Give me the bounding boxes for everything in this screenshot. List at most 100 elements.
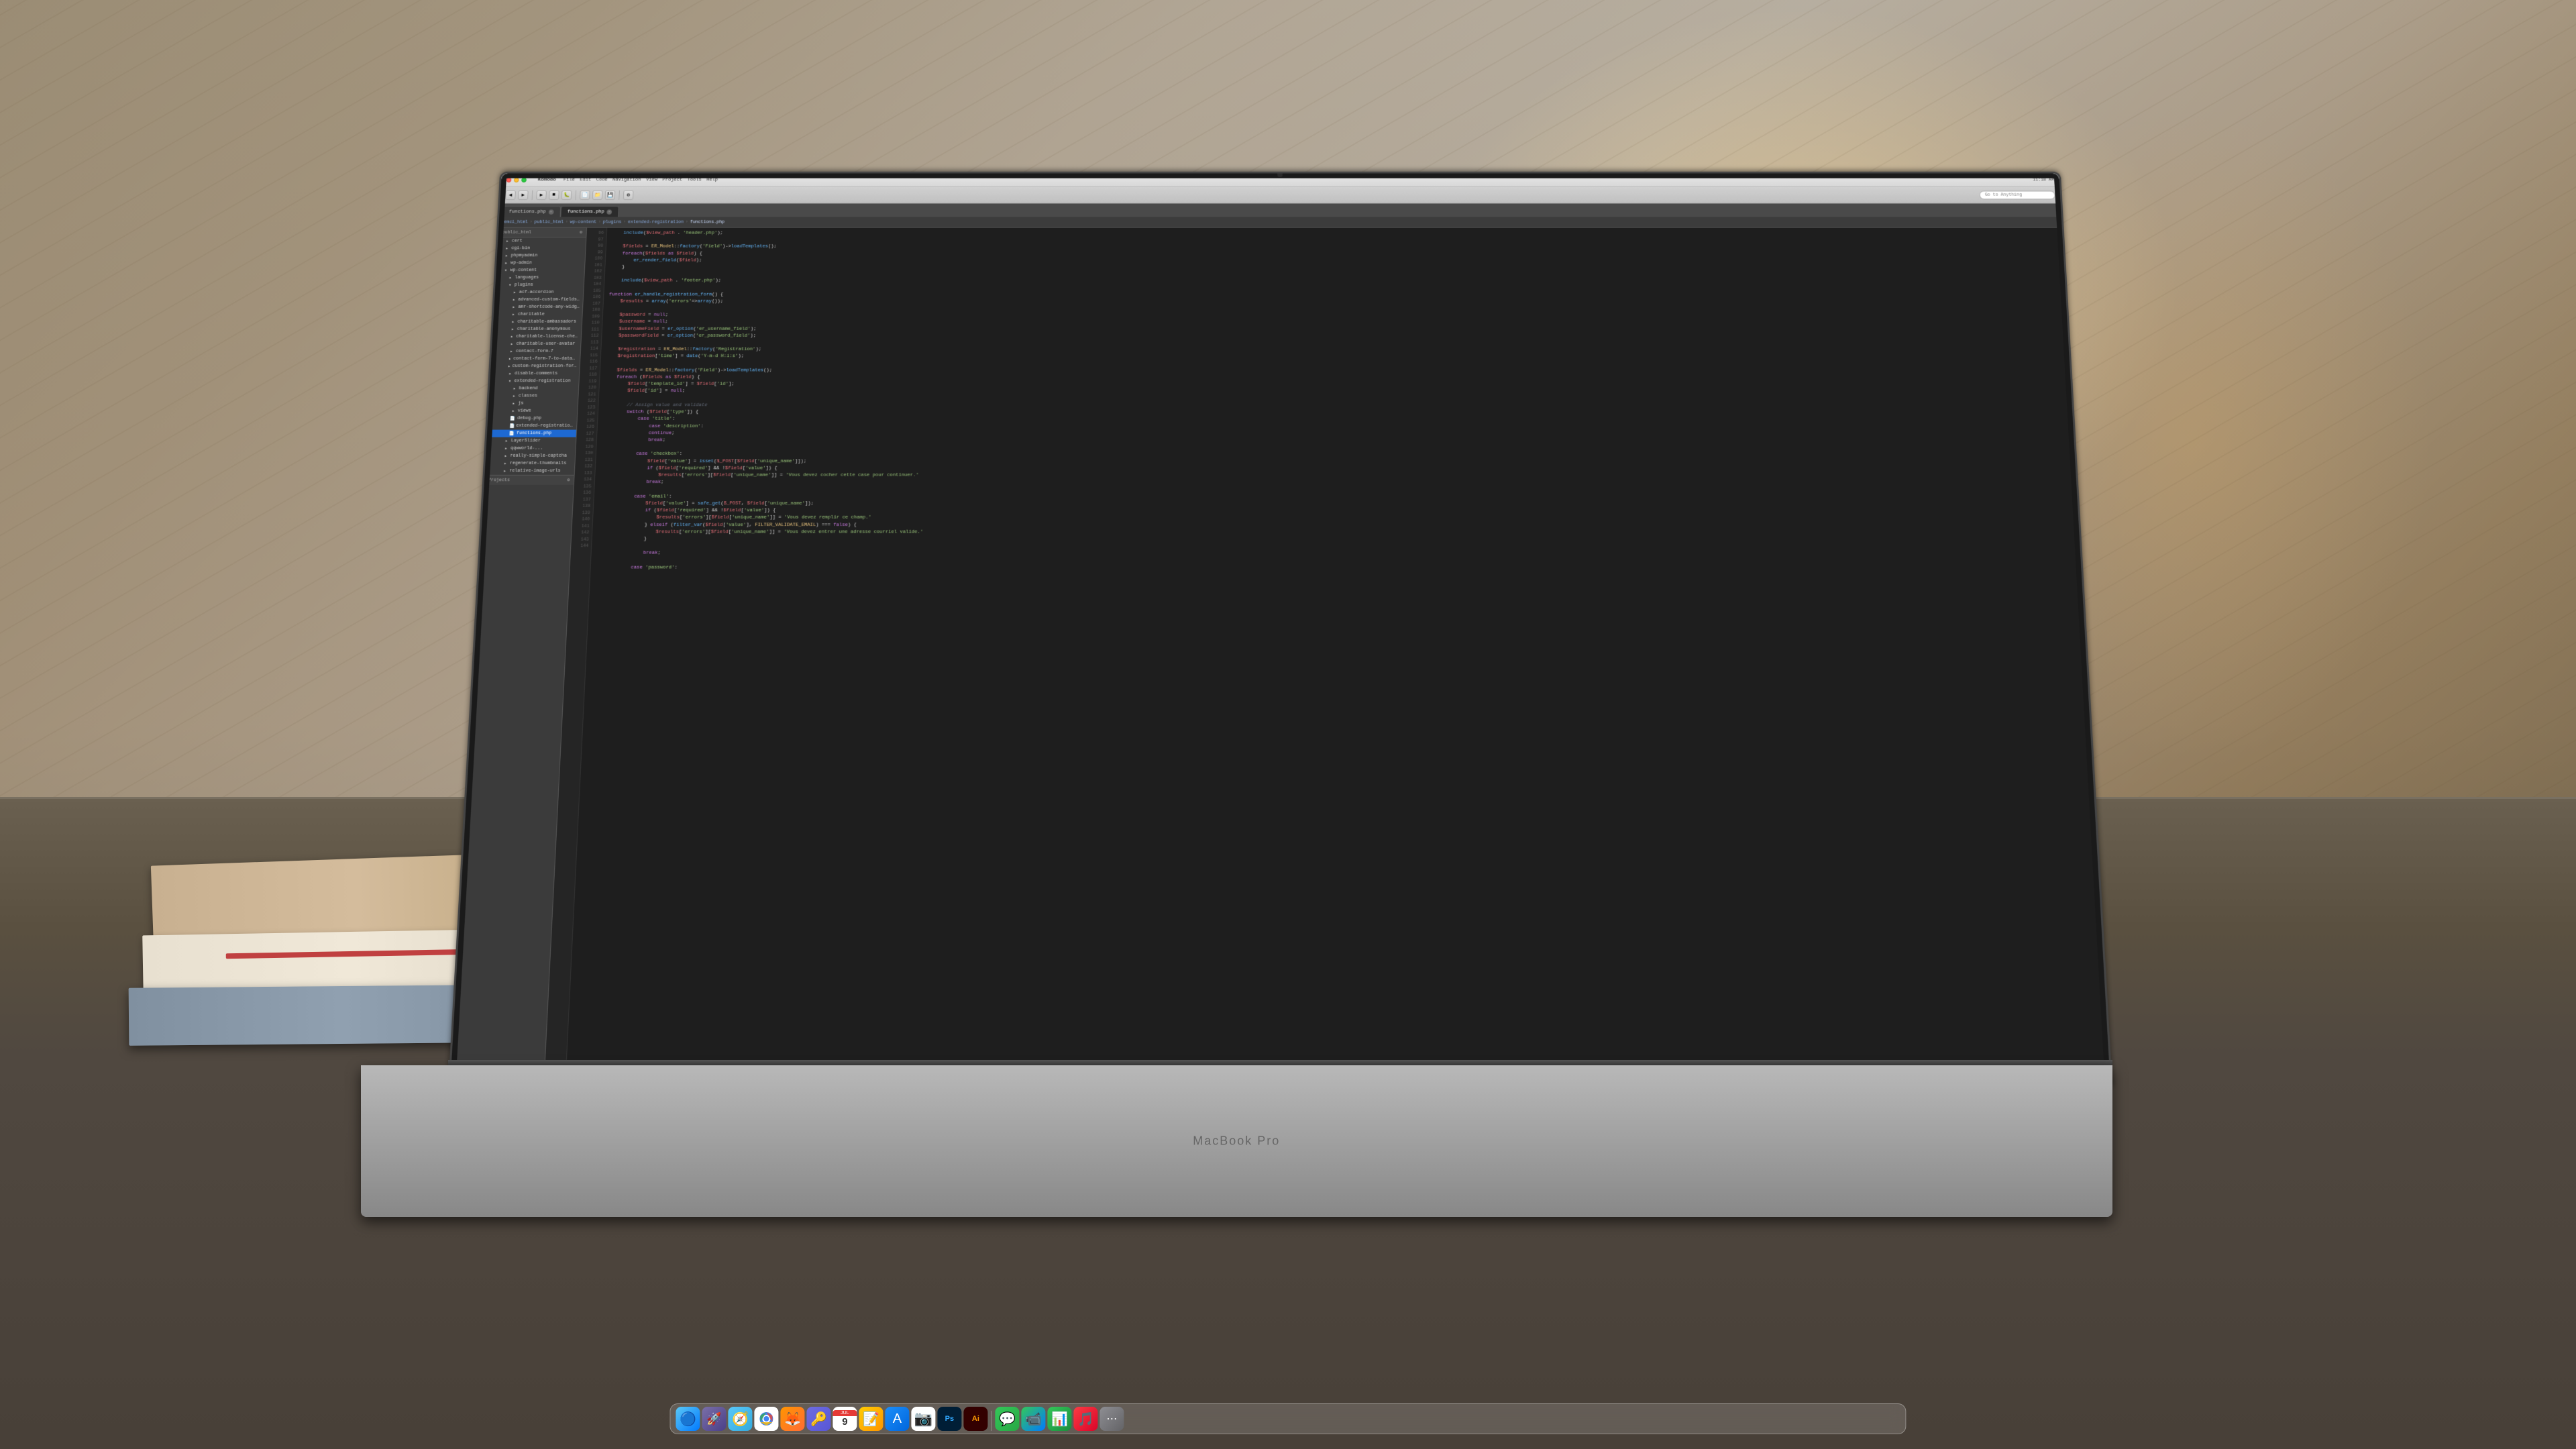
dock-icon-illustrator[interactable]: Ai — [963, 1407, 987, 1431]
folder-icon: ▸ — [507, 371, 514, 376]
tree-item-charitable-anon[interactable]: ▸ charitable-anonymous — [493, 326, 582, 333]
dock-icon-numbers[interactable]: 📊 — [1047, 1407, 1071, 1431]
tree-item-languages[interactable]: ▸ languages — [496, 274, 584, 282]
tree-item-cert[interactable]: ▸ cert — [498, 237, 586, 245]
go-to-anything-input[interactable]: Go to Anything — [1979, 191, 2055, 199]
dock-icon-keychain[interactable]: 🔑 — [806, 1407, 830, 1431]
tree-item-cf7-db[interactable]: ▸ contact-form-7-to-database-extension — [491, 356, 580, 363]
tree-item-backend[interactable]: ▸ backend — [490, 385, 579, 392]
tree-item-functions[interactable]: 📄 functions.php — [487, 430, 576, 437]
folder-icon: ▸ — [502, 446, 509, 451]
folder-icon: ▸ — [509, 334, 515, 339]
dock-icon-photoshop[interactable]: Ps — [937, 1407, 961, 1431]
tree-item-extended-php[interactable]: 📄 extended-registration.php — [487, 423, 576, 430]
code-line: $fields = ER_Model::factory('Field')->lo… — [611, 244, 2058, 251]
menu-project[interactable]: Project — [662, 178, 682, 182]
dock-icon-notes[interactable]: 📝 — [859, 1407, 883, 1431]
tree-item-charitable-avatar[interactable]: ▸ charitable-user-avatar — [492, 341, 581, 348]
dock-icon-calendar[interactable]: JUL 9 — [833, 1407, 857, 1431]
new-file-button[interactable]: 📄 — [580, 191, 590, 200]
tab-functions-1[interactable]: functions.php × — [502, 206, 561, 217]
back-button[interactable]: ◀ — [505, 191, 516, 200]
close-button[interactable] — [506, 178, 512, 182]
stop-button[interactable]: ■ — [549, 191, 559, 200]
dock-icon-itunes[interactable]: 🎵 — [1073, 1407, 1097, 1431]
run-button[interactable]: ▶ — [536, 191, 547, 200]
open-button[interactable]: 📁 — [592, 191, 603, 200]
debug-button[interactable]: 🐛 — [561, 191, 572, 200]
tree-item-captcha[interactable]: ▸ really-simple-captcha — [486, 453, 576, 460]
folder-icon: ▸ — [504, 239, 511, 244]
tree-item-classes[interactable]: ▸ classes — [489, 392, 578, 400]
dock-icon-launchpad[interactable]: 🚀 — [702, 1407, 726, 1431]
code-line — [610, 272, 2059, 278]
tree-item-wpcontent[interactable]: ▾ wp-content — [496, 267, 585, 274]
dock-icon-photos[interactable]: 📷 — [911, 1407, 935, 1431]
breadcrumb-plugin[interactable]: extended-registration — [628, 220, 684, 225]
dock-icon-appstore[interactable]: A — [885, 1407, 909, 1431]
dock-icon-messages[interactable]: 💬 — [995, 1407, 1019, 1431]
menu-navigation[interactable]: Navigation — [612, 178, 641, 182]
menu-file[interactable]: File — [564, 178, 575, 182]
menu-edit[interactable]: Edit — [580, 178, 591, 182]
breadcrumb-wp-content[interactable]: wp-content — [570, 220, 597, 225]
menu-code[interactable]: Code — [596, 178, 608, 182]
forward-button[interactable]: ▶ — [518, 191, 529, 200]
tab-close-2[interactable]: × — [607, 209, 612, 214]
tree-item-views[interactable]: ▸ views — [488, 407, 578, 415]
tree-item-charitable-amb[interactable]: ▸ charitable-ambassadors — [493, 319, 582, 326]
tree-item-relative[interactable]: ▸ relative-image-urls — [485, 468, 575, 475]
dock-icon-chrome[interactable] — [754, 1407, 778, 1431]
breadcrumb-root[interactable]: emci_html — [504, 220, 528, 225]
tree-label: wp-content — [510, 268, 537, 273]
tree-item-acf-pro[interactable]: ▸ advanced-custom-fields-pro — [494, 297, 583, 304]
save-button[interactable]: 💾 — [605, 191, 616, 200]
projects-options[interactable]: ⚙ — [567, 478, 570, 483]
tree-item-charitable[interactable]: ▸ charitable — [494, 311, 582, 319]
code-line: $fields = ER_Model::factory('Field')->lo… — [605, 368, 2065, 374]
folder-icon: ▸ — [511, 394, 517, 399]
tree-item-custom-reg[interactable]: ▸ custom-registration-form-builder-with-… — [490, 363, 580, 370]
minimize-button[interactable] — [514, 178, 519, 182]
toolbar-separator-1 — [532, 191, 533, 200]
menu-view[interactable]: View — [646, 178, 657, 182]
tree-item-layerslider[interactable]: ▸ LayerSlider — [486, 437, 576, 445]
breadcrumb-public[interactable]: public_html — [534, 220, 564, 225]
tree-label: classes — [519, 394, 537, 398]
tree-item-debug[interactable]: 📄 debug.php — [488, 415, 577, 423]
dock-icon-facetime[interactable]: 📹 — [1021, 1407, 1045, 1431]
maximize-button[interactable] — [521, 178, 527, 182]
tree-item-extended-reg[interactable]: ▾ extended-registration — [490, 378, 579, 385]
dock-icon-more[interactable]: ⋯ — [1099, 1407, 1124, 1431]
dock-icon-finder[interactable]: 🔵 — [676, 1407, 700, 1431]
tree-item-disable-comments[interactable]: ▸ disable-comments — [490, 370, 580, 378]
breadcrumb-bar: emci_html › public_html › wp-content › p… — [498, 217, 2061, 228]
folder-icon: ▸ — [508, 341, 515, 347]
tree-item-cgi[interactable]: ▸ cgi-bin — [497, 245, 586, 252]
menu-help[interactable]: Help — [706, 178, 718, 182]
tree-item-plugins[interactable]: ▾ plugins — [495, 282, 584, 289]
tab-functions-2[interactable]: functions.php × — [560, 206, 619, 217]
tree-item-amr[interactable]: ▸ amr-shortcode-any-widget — [494, 304, 582, 311]
tree-item-acf[interactable]: ▸ acf-accordion — [495, 289, 584, 297]
file-tree-options[interactable]: ⚙ — [580, 230, 582, 235]
tree-item-js[interactable]: ▸ js — [488, 400, 578, 407]
menu-tools[interactable]: Tools — [687, 178, 701, 182]
code-content[interactable]: include($view_path . 'header.php'); $fie… — [566, 228, 2110, 1076]
tree-item-charitable-lic[interactable]: ▸ charitable-license-checker — [492, 333, 582, 341]
settings-button[interactable]: ⚙ — [623, 191, 634, 200]
breadcrumb-file[interactable]: functions.php — [690, 220, 725, 225]
code-line: $username = null; — [608, 319, 2062, 326]
tree-item-wpadmin[interactable]: ▸ wp-admin — [496, 260, 585, 267]
folder-icon: ▸ — [503, 260, 510, 266]
code-line: $password = null; — [608, 313, 2061, 319]
tab-close-1[interactable]: × — [548, 209, 553, 214]
tree-item-cf7[interactable]: ▸ contact-form-7 — [492, 348, 581, 356]
dock-icon-safari[interactable]: 🧭 — [728, 1407, 752, 1431]
tree-item-phpmyadmin[interactable]: ▸ phpmyadmin — [497, 252, 586, 260]
tree-item-regenerate[interactable]: ▸ regenerate-thumbnails — [485, 460, 575, 468]
breadcrumb-plugins[interactable]: plugins — [603, 220, 622, 225]
tree-item-qqwworld[interactable]: ▸ qqwworld-... — [486, 445, 576, 452]
breadcrumb-sep-4: › — [623, 220, 626, 225]
dock-icon-firefox[interactable]: 🦊 — [780, 1407, 804, 1431]
